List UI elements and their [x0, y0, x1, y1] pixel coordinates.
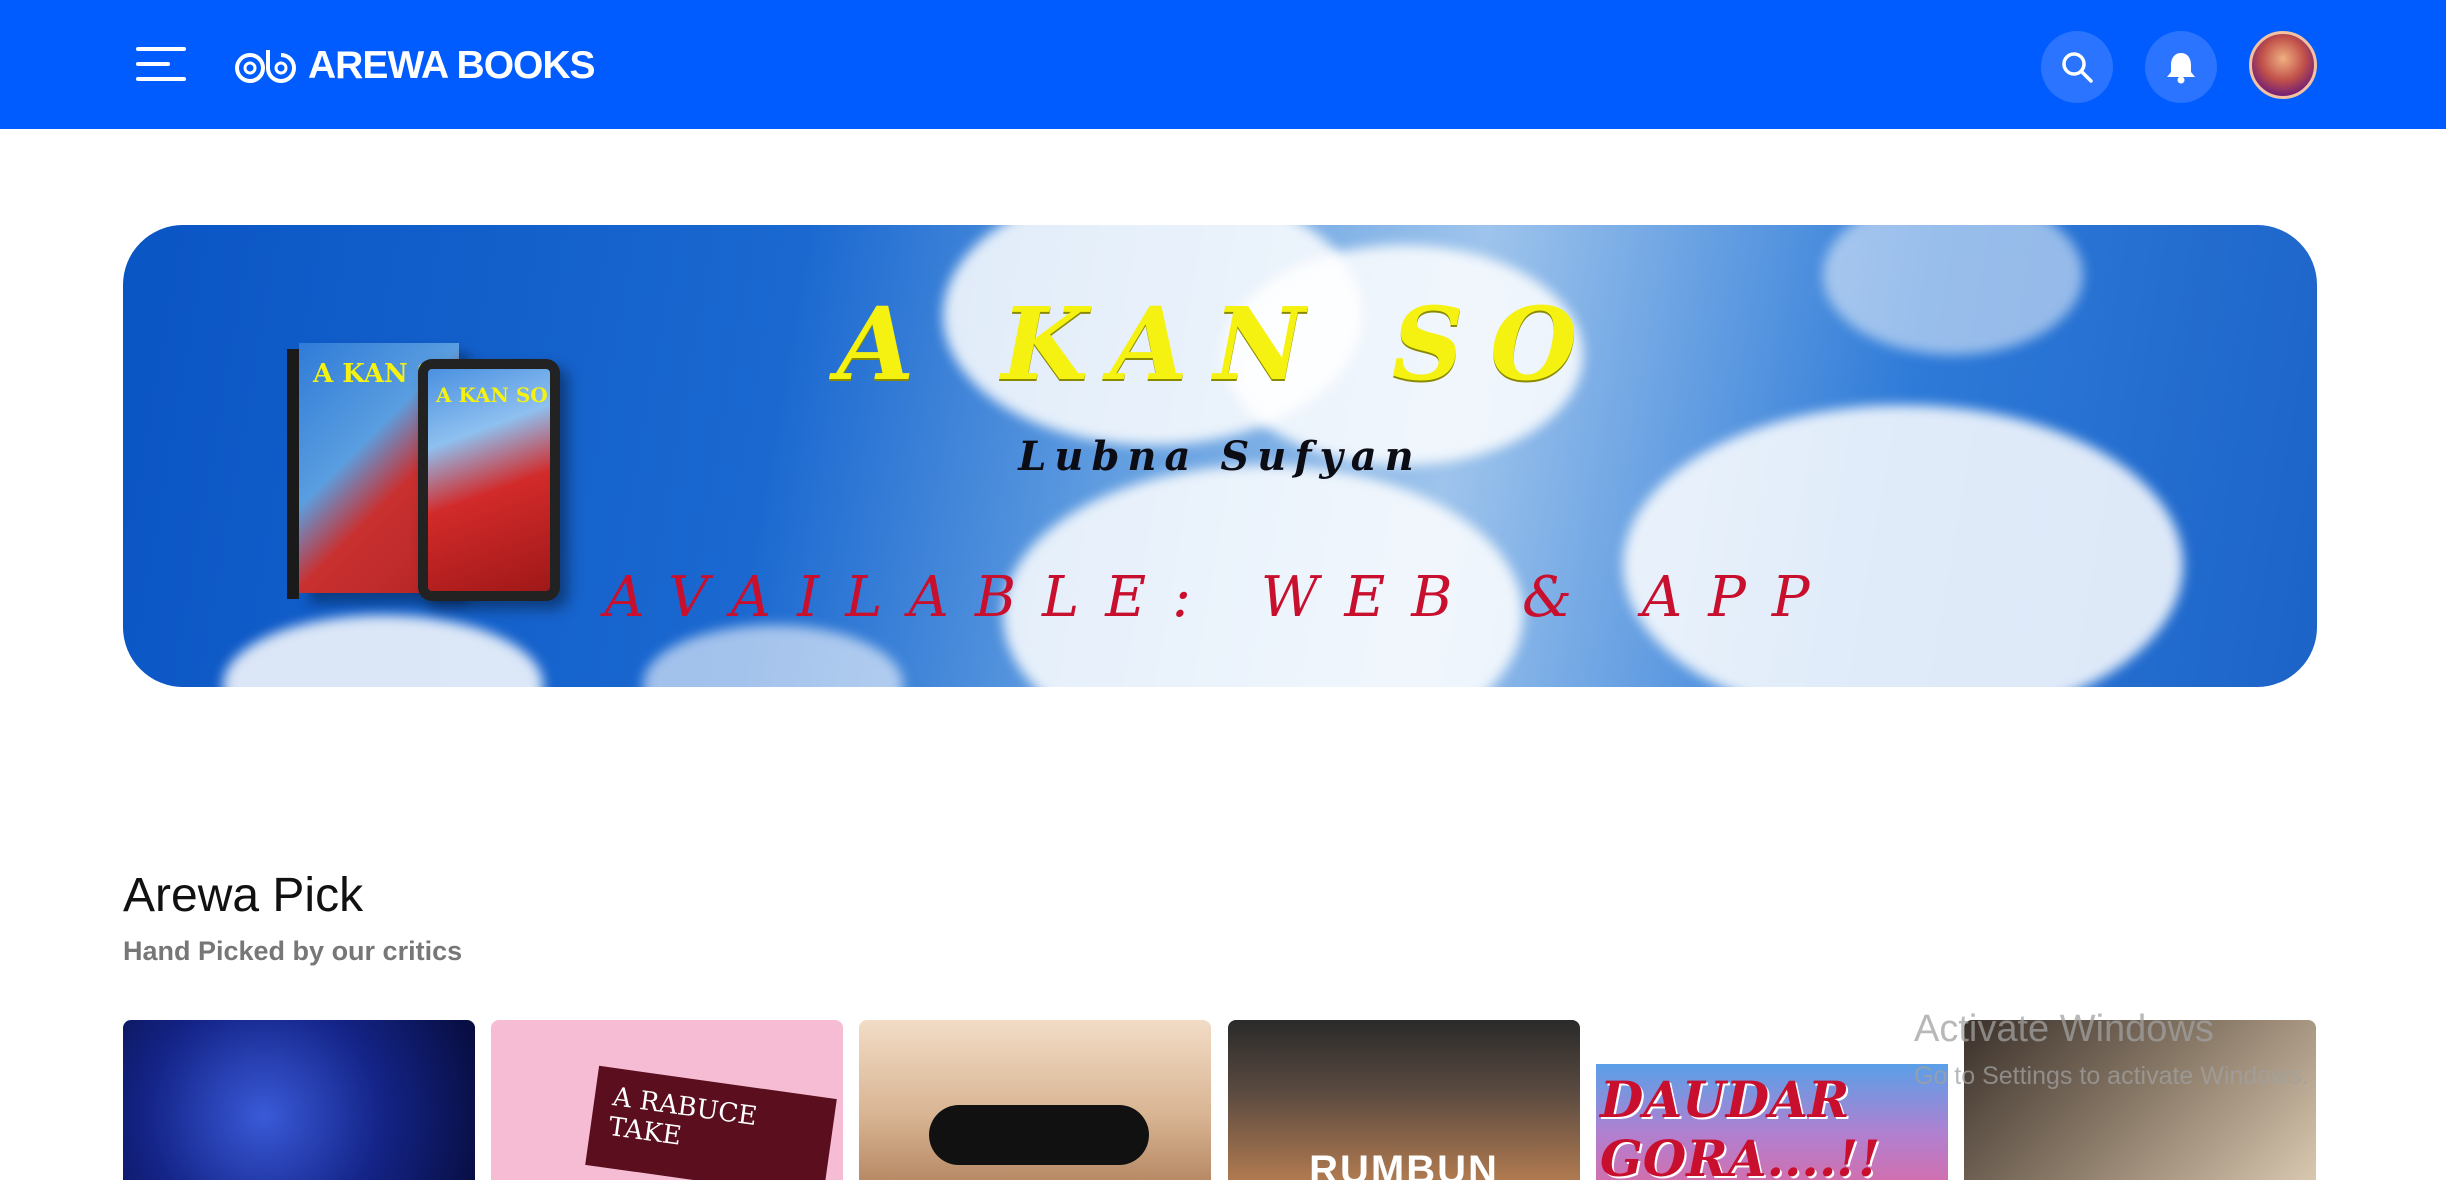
windows-activation-hint: Go to Settings to activate Windows.: [1914, 1062, 2309, 1090]
brand-logo-link[interactable]: AREWA BOOKS: [234, 36, 596, 96]
book-card-title: DAUDAR GORA....!!: [1600, 1070, 1881, 1180]
brand-name: AREWA BOOKS: [308, 44, 596, 87]
book-card-title: RUMBUN: [1309, 1148, 1499, 1180]
book-card[interactable]: DAUDAR GORA....!!: [1596, 1064, 1948, 1180]
banner-title: A KAN SO: [836, 285, 1604, 403]
section-subtitle: Hand Picked by our critics: [123, 936, 463, 966]
banner-availability: AVAILABLE: WEB & APP: [604, 565, 1836, 630]
banner-author: Lubna Sufyan: [1018, 433, 1422, 480]
notifications-button[interactable]: [2145, 31, 2217, 103]
section-title: Arewa Pick: [123, 869, 364, 922]
book-card[interactable]: RUMBUN: [1228, 1020, 1580, 1180]
search-icon: [2062, 52, 2093, 83]
book-card[interactable]: A RABUCE TAKE: [491, 1020, 843, 1180]
book-card-title: A RABUCE TAKE: [585, 1065, 837, 1180]
featured-book-banner[interactable]: A KAN SO A KAN SO A KAN SO Lubna Sufyan …: [123, 225, 2317, 687]
hamburger-menu-icon[interactable]: [136, 44, 188, 84]
user-avatar[interactable]: [2249, 31, 2317, 99]
sunglasses-image: [929, 1105, 1149, 1165]
search-button[interactable]: [2041, 31, 2113, 103]
arewa-books-logo-icon: [235, 50, 296, 83]
book-card[interactable]: [123, 1020, 475, 1180]
windows-activation-watermark: Activate Windows: [1914, 1008, 2214, 1050]
book-card[interactable]: [859, 1020, 1211, 1180]
bell-icon: [2167, 53, 2195, 84]
top-navigation-bar: AREWA BOOKS: [0, 0, 2446, 129]
